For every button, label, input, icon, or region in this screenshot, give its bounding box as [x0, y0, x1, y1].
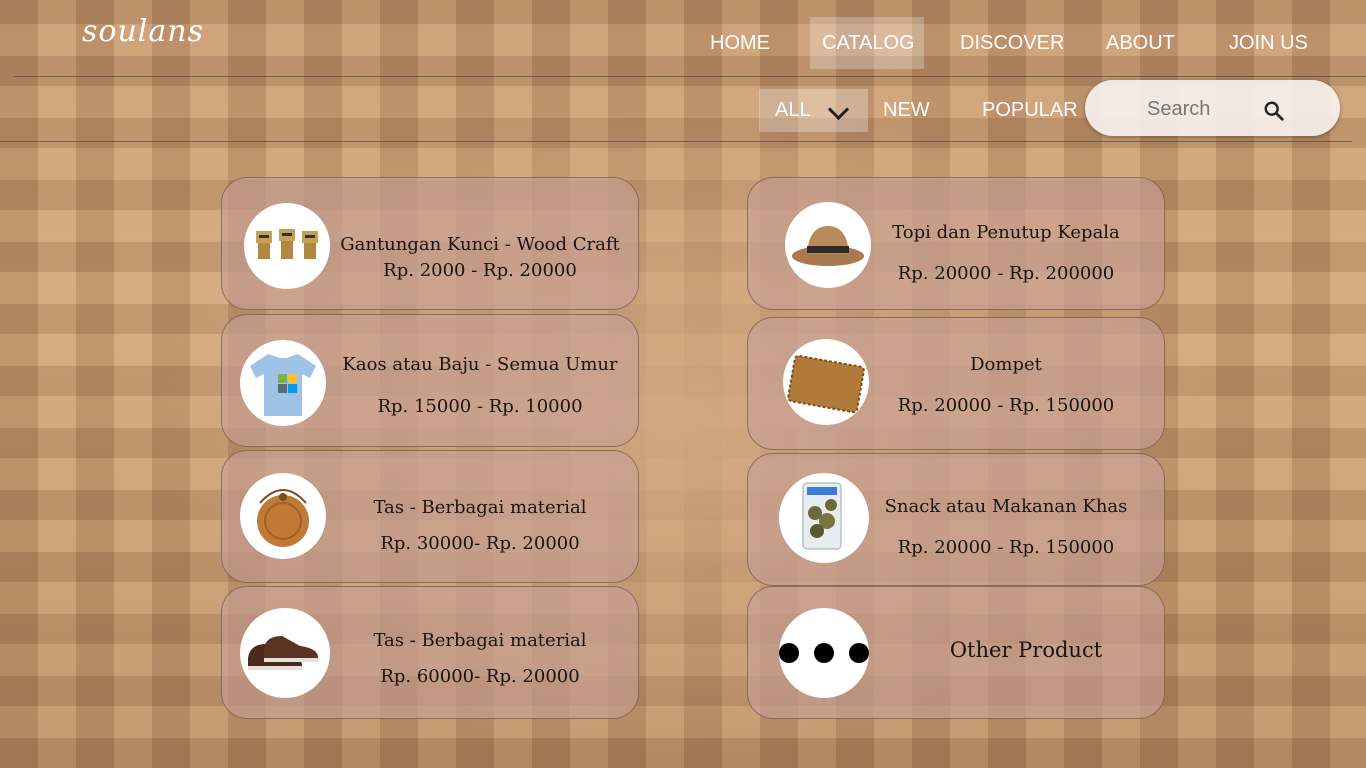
nav-home[interactable]: HOME [698, 17, 782, 69]
filter-popular[interactable]: POPULAR [982, 89, 1078, 132]
more-dots-icon [779, 643, 869, 663]
nav-about[interactable]: ABOUT [1094, 17, 1187, 69]
product-title: Kaos atau Baju - Semua Umur [342, 354, 618, 375]
product-thumb [240, 473, 326, 559]
product-title: Topi dan Penutup Kepala [892, 222, 1120, 243]
product-card-snacks[interactable]: Snack atau Makanan Khas Rp. 20000 - Rp. … [747, 453, 1165, 586]
other-products-label: Other Product [949, 638, 1103, 662]
product-title: Tas - Berbagai material [373, 630, 587, 651]
product-title: Tas - Berbagai material [373, 497, 587, 518]
product-title: Gantungan Kunci - Wood Craft [340, 234, 620, 255]
product-card-shirts[interactable]: Kaos atau Baju - Semua Umur Rp. 15000 - … [221, 314, 639, 447]
brand-logo[interactable]: soulans [82, 14, 204, 49]
round-bag-icon [257, 489, 309, 547]
product-card-hats[interactable]: Topi dan Penutup Kepala Rp. 20000 - Rp. … [747, 177, 1165, 310]
product-title: Dompet [970, 354, 1042, 375]
product-price: Rp. 20000 - Rp. 150000 [897, 537, 1115, 558]
filter-divider [0, 141, 1352, 142]
product-price: Rp. 15000 - Rp. 10000 [377, 396, 583, 417]
product-card-wallets[interactable]: Dompet Rp. 20000 - Rp. 150000 [747, 317, 1165, 450]
product-title: Snack atau Makanan Khas [884, 496, 1128, 517]
product-card-bags[interactable]: Tas - Berbagai material Rp. 30000- Rp. 2… [221, 450, 639, 583]
snack-pack-icon [802, 482, 842, 550]
other-products-card[interactable]: Other Product [747, 586, 1165, 719]
product-thumb [779, 473, 869, 563]
wooden-figures-icon [256, 229, 318, 259]
product-card-keychains[interactable]: Gantungan Kunci - Wood Craft Rp. 2000 - … [221, 177, 639, 310]
wallet-icon [787, 354, 865, 414]
nav-join-us[interactable]: JOIN US [1217, 17, 1320, 69]
product-card-shoes[interactable]: Tas - Berbagai material Rp. 60000- Rp. 2… [221, 586, 639, 719]
product-thumb [244, 203, 330, 289]
header-divider [14, 76, 1366, 77]
search-input[interactable] [1145, 94, 1269, 124]
product-price: Rp. 20000 - Rp. 150000 [897, 395, 1115, 416]
product-thumb [779, 608, 869, 698]
filter-new[interactable]: NEW [883, 89, 930, 132]
chevron-down-icon [827, 98, 850, 121]
product-price: Rp. 30000- Rp. 20000 [380, 533, 580, 554]
product-price: Rp. 2000 - Rp. 20000 [383, 260, 577, 281]
search-bar [1085, 80, 1340, 136]
shoes-icon [248, 636, 318, 670]
product-thumb [240, 340, 326, 426]
product-thumb [783, 339, 869, 425]
nav-discover[interactable]: DISCOVER [948, 17, 1076, 69]
tshirt-icon [250, 354, 316, 416]
category-dropdown[interactable]: ALL [759, 89, 868, 132]
nav-catalog[interactable]: CATALOG [810, 17, 924, 69]
search-icon[interactable] [1263, 100, 1285, 122]
product-price: Rp. 60000- Rp. 20000 [380, 666, 580, 687]
product-thumb [240, 608, 330, 698]
category-dropdown-value: ALL [775, 99, 811, 121]
product-price: Rp. 20000 - Rp. 200000 [897, 263, 1115, 284]
